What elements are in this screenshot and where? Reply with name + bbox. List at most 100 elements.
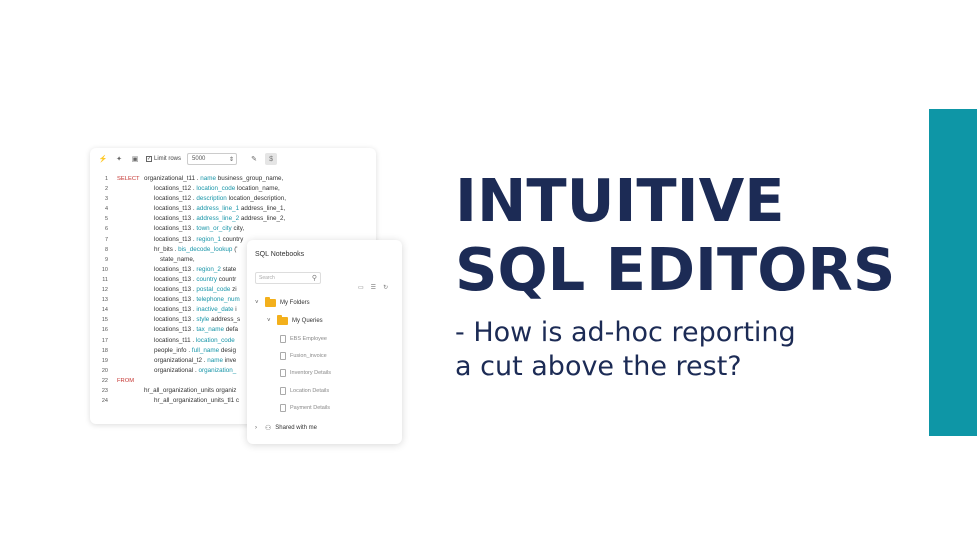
- tree-label: My Queries: [292, 318, 323, 324]
- code-text: locations_t13 . region_2 state: [154, 265, 236, 275]
- limit-rows-input[interactable]: 5000 ⇕: [187, 153, 238, 165]
- line-number: 2: [104, 186, 108, 193]
- code-line: 5 locations_t13 . address_line_2 address_…: [90, 214, 376, 224]
- file-label: Payment Details: [290, 405, 331, 411]
- code-prefix: locations_t13 .: [154, 215, 195, 223]
- code-prefix: locations_t11 .: [154, 336, 195, 344]
- line-number: 1: [104, 176, 108, 182]
- code-prefix: locations_t13 .: [154, 205, 195, 213]
- search-input[interactable]: Search ⚲: [255, 272, 321, 284]
- folder-icon: [265, 297, 276, 307]
- code-text: hr_all_organization_units organiz: [144, 386, 236, 396]
- tree-item-my-queries[interactable]: ˅ My Queries: [267, 315, 323, 325]
- code-prefix: locations_t13 .: [154, 225, 195, 233]
- tree-label: My Folders: [280, 300, 310, 306]
- line-number: 16: [101, 327, 108, 334]
- code-suffix: desig: [220, 346, 236, 354]
- code-prefix: locations_t13 .: [154, 326, 195, 334]
- tree-file[interactable]: Fusion_invoice: [280, 352, 327, 360]
- search-placeholder: Search: [259, 275, 275, 281]
- tree-item-shared[interactable]: › ⚇ Shared with me: [255, 424, 317, 432]
- code-prefix: locations_t13 .: [154, 306, 195, 314]
- list-icon[interactable]: ☰: [371, 284, 376, 291]
- panel-tools: ▭ ☰ ↻: [358, 284, 388, 291]
- code-prefix: locations_t12 .: [154, 185, 195, 193]
- code-text: locations_t12 . description location_des…: [154, 194, 286, 204]
- limit-rows-label: Limit rows: [154, 156, 182, 162]
- limit-rows-checkbox[interactable]: ✓ Limit rows: [146, 156, 181, 162]
- refresh-icon[interactable]: ↻: [383, 284, 388, 291]
- code-identifier: style: [196, 316, 210, 324]
- code-suffix: state: [222, 265, 237, 273]
- code-text: locations_t13 . tax_name defa: [154, 325, 238, 335]
- code-prefix: locations_t12 .: [154, 195, 195, 203]
- code-identifier: location_code: [195, 336, 235, 344]
- line-number: 11: [102, 276, 108, 283]
- tree-item-my-folders[interactable]: ˅ My Folders: [255, 297, 310, 307]
- chevron-down-icon: ˅: [255, 300, 259, 306]
- tree-file[interactable]: EBS Employee: [280, 335, 327, 343]
- sql-keyword: SELECT: [117, 176, 140, 182]
- code-suffix: inve: [224, 356, 237, 364]
- code-prefix: organizational .: [154, 366, 197, 374]
- code-prefix: locations_t13 .: [154, 316, 195, 324]
- code-text: locations_t13 . style address_s: [154, 315, 240, 325]
- sql-keyword: FROM: [117, 377, 135, 384]
- line-number: 14: [101, 307, 108, 314]
- file-label: Fusion_invoice: [290, 353, 327, 359]
- collapse-icon[interactable]: ▭: [358, 284, 364, 291]
- variables-icon[interactable]: $: [265, 153, 278, 165]
- save-icon[interactable]: ▣: [130, 154, 140, 164]
- sql-notebooks-panel: SQL Notebooks Search ⚲ ▭ ☰ ↻ ˅ My Folder…: [247, 240, 402, 444]
- stepper-icon: ⇕: [228, 156, 235, 163]
- code-text: locations_t13 . address_line_1 address_l…: [154, 204, 285, 214]
- line-number: 12: [101, 287, 108, 294]
- file-icon: [280, 352, 286, 360]
- code-prefix: locations_t13 .: [154, 296, 195, 304]
- code-prefix: hr_all_organization_units organiz: [144, 386, 237, 394]
- checkbox-icon: ✓: [146, 156, 152, 162]
- code-suffix: zi: [232, 286, 237, 294]
- chevron-right-icon: ›: [255, 425, 257, 431]
- file-icon: [280, 369, 286, 377]
- code-suffix: countr: [218, 275, 237, 283]
- line-number: 15: [101, 317, 108, 324]
- headline-line-1: INTUITIVE: [455, 166, 785, 235]
- code-identifier: location_code: [196, 185, 236, 193]
- code-identifier: inactive_date: [196, 306, 234, 314]
- tree-file[interactable]: Location Details: [280, 387, 329, 395]
- code-prefix: hr_bits .: [154, 245, 177, 253]
- code-line: 1 SELECT organizational_t11 . name busines…: [90, 174, 376, 184]
- line-number: 6: [104, 226, 108, 233]
- code-suffix: defa: [225, 326, 239, 334]
- run-icon[interactable]: ⚡: [98, 154, 108, 164]
- tree-file[interactable]: Payment Details: [280, 404, 330, 412]
- code-text: organizational . organization_: [154, 366, 236, 376]
- code-identifier: tax_name: [196, 326, 225, 334]
- code-identifier: address_line_2: [196, 215, 240, 223]
- code-prefix: locations_t13 .: [154, 286, 195, 294]
- subheadline-line-1: - How is ad-hoc reporting: [455, 317, 796, 348]
- line-number: 23: [101, 387, 108, 394]
- line-number: 9: [104, 256, 108, 263]
- code-text: people_info . full_name desig: [154, 346, 236, 356]
- line-number: 5: [104, 216, 108, 223]
- line-number: 10: [101, 266, 108, 273]
- tree-file[interactable]: Inventory Details: [280, 369, 331, 377]
- code-text: locations_t13 . region_1 country: [154, 235, 243, 245]
- code-text: hr_bits . bis_decode_lookup (': [154, 245, 238, 255]
- code-suffix: address_s: [211, 316, 241, 324]
- code-prefix: state_name,: [160, 255, 195, 263]
- code-text: locations_t12 . location_code location_n…: [154, 184, 280, 194]
- code-text: locations_t11 . location_code: [154, 336, 235, 346]
- tree-label: Shared with me: [275, 425, 317, 431]
- code-text: hr_all_organization_units_tl1 c: [154, 396, 239, 406]
- code-text: locations_t13 . telephone_num: [154, 295, 240, 305]
- code-suffix: address_line_1,: [240, 205, 286, 213]
- run-selected-icon[interactable]: ✦: [114, 154, 124, 164]
- code-text: locations_t13 . inactive_date i: [154, 305, 237, 315]
- code-identifier: name: [207, 356, 223, 364]
- code-prefix: organizational_t2 .: [154, 356, 206, 364]
- format-icon[interactable]: ✎: [249, 154, 259, 164]
- code-identifier: description: [196, 195, 227, 203]
